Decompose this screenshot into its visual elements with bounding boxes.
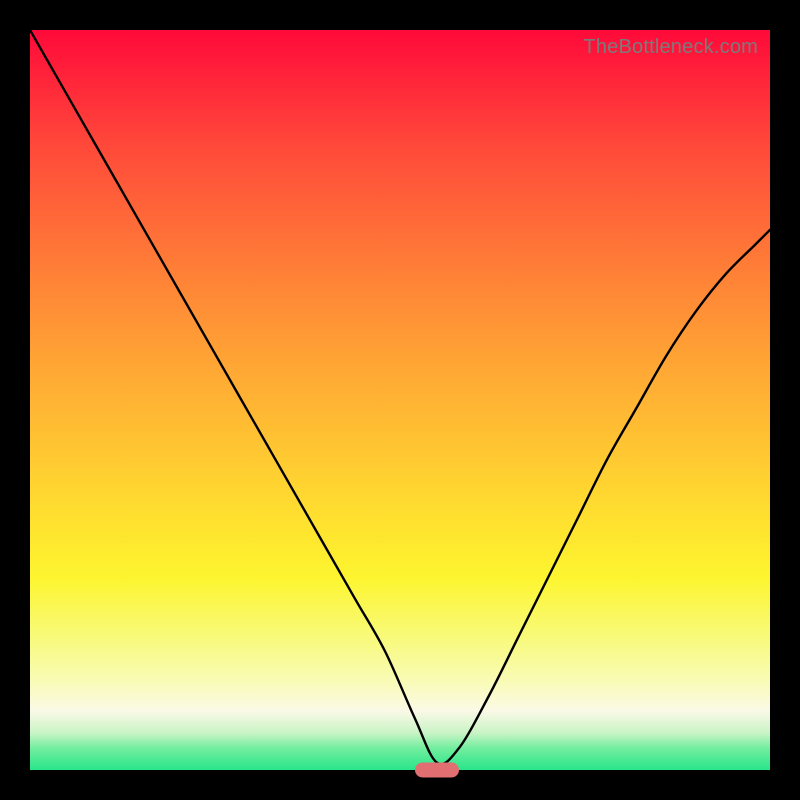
chart-frame: TheBottleneck.com xyxy=(0,0,800,800)
bottleneck-curve xyxy=(30,30,770,770)
optimal-marker xyxy=(415,763,459,778)
plot-area: TheBottleneck.com xyxy=(30,30,770,770)
